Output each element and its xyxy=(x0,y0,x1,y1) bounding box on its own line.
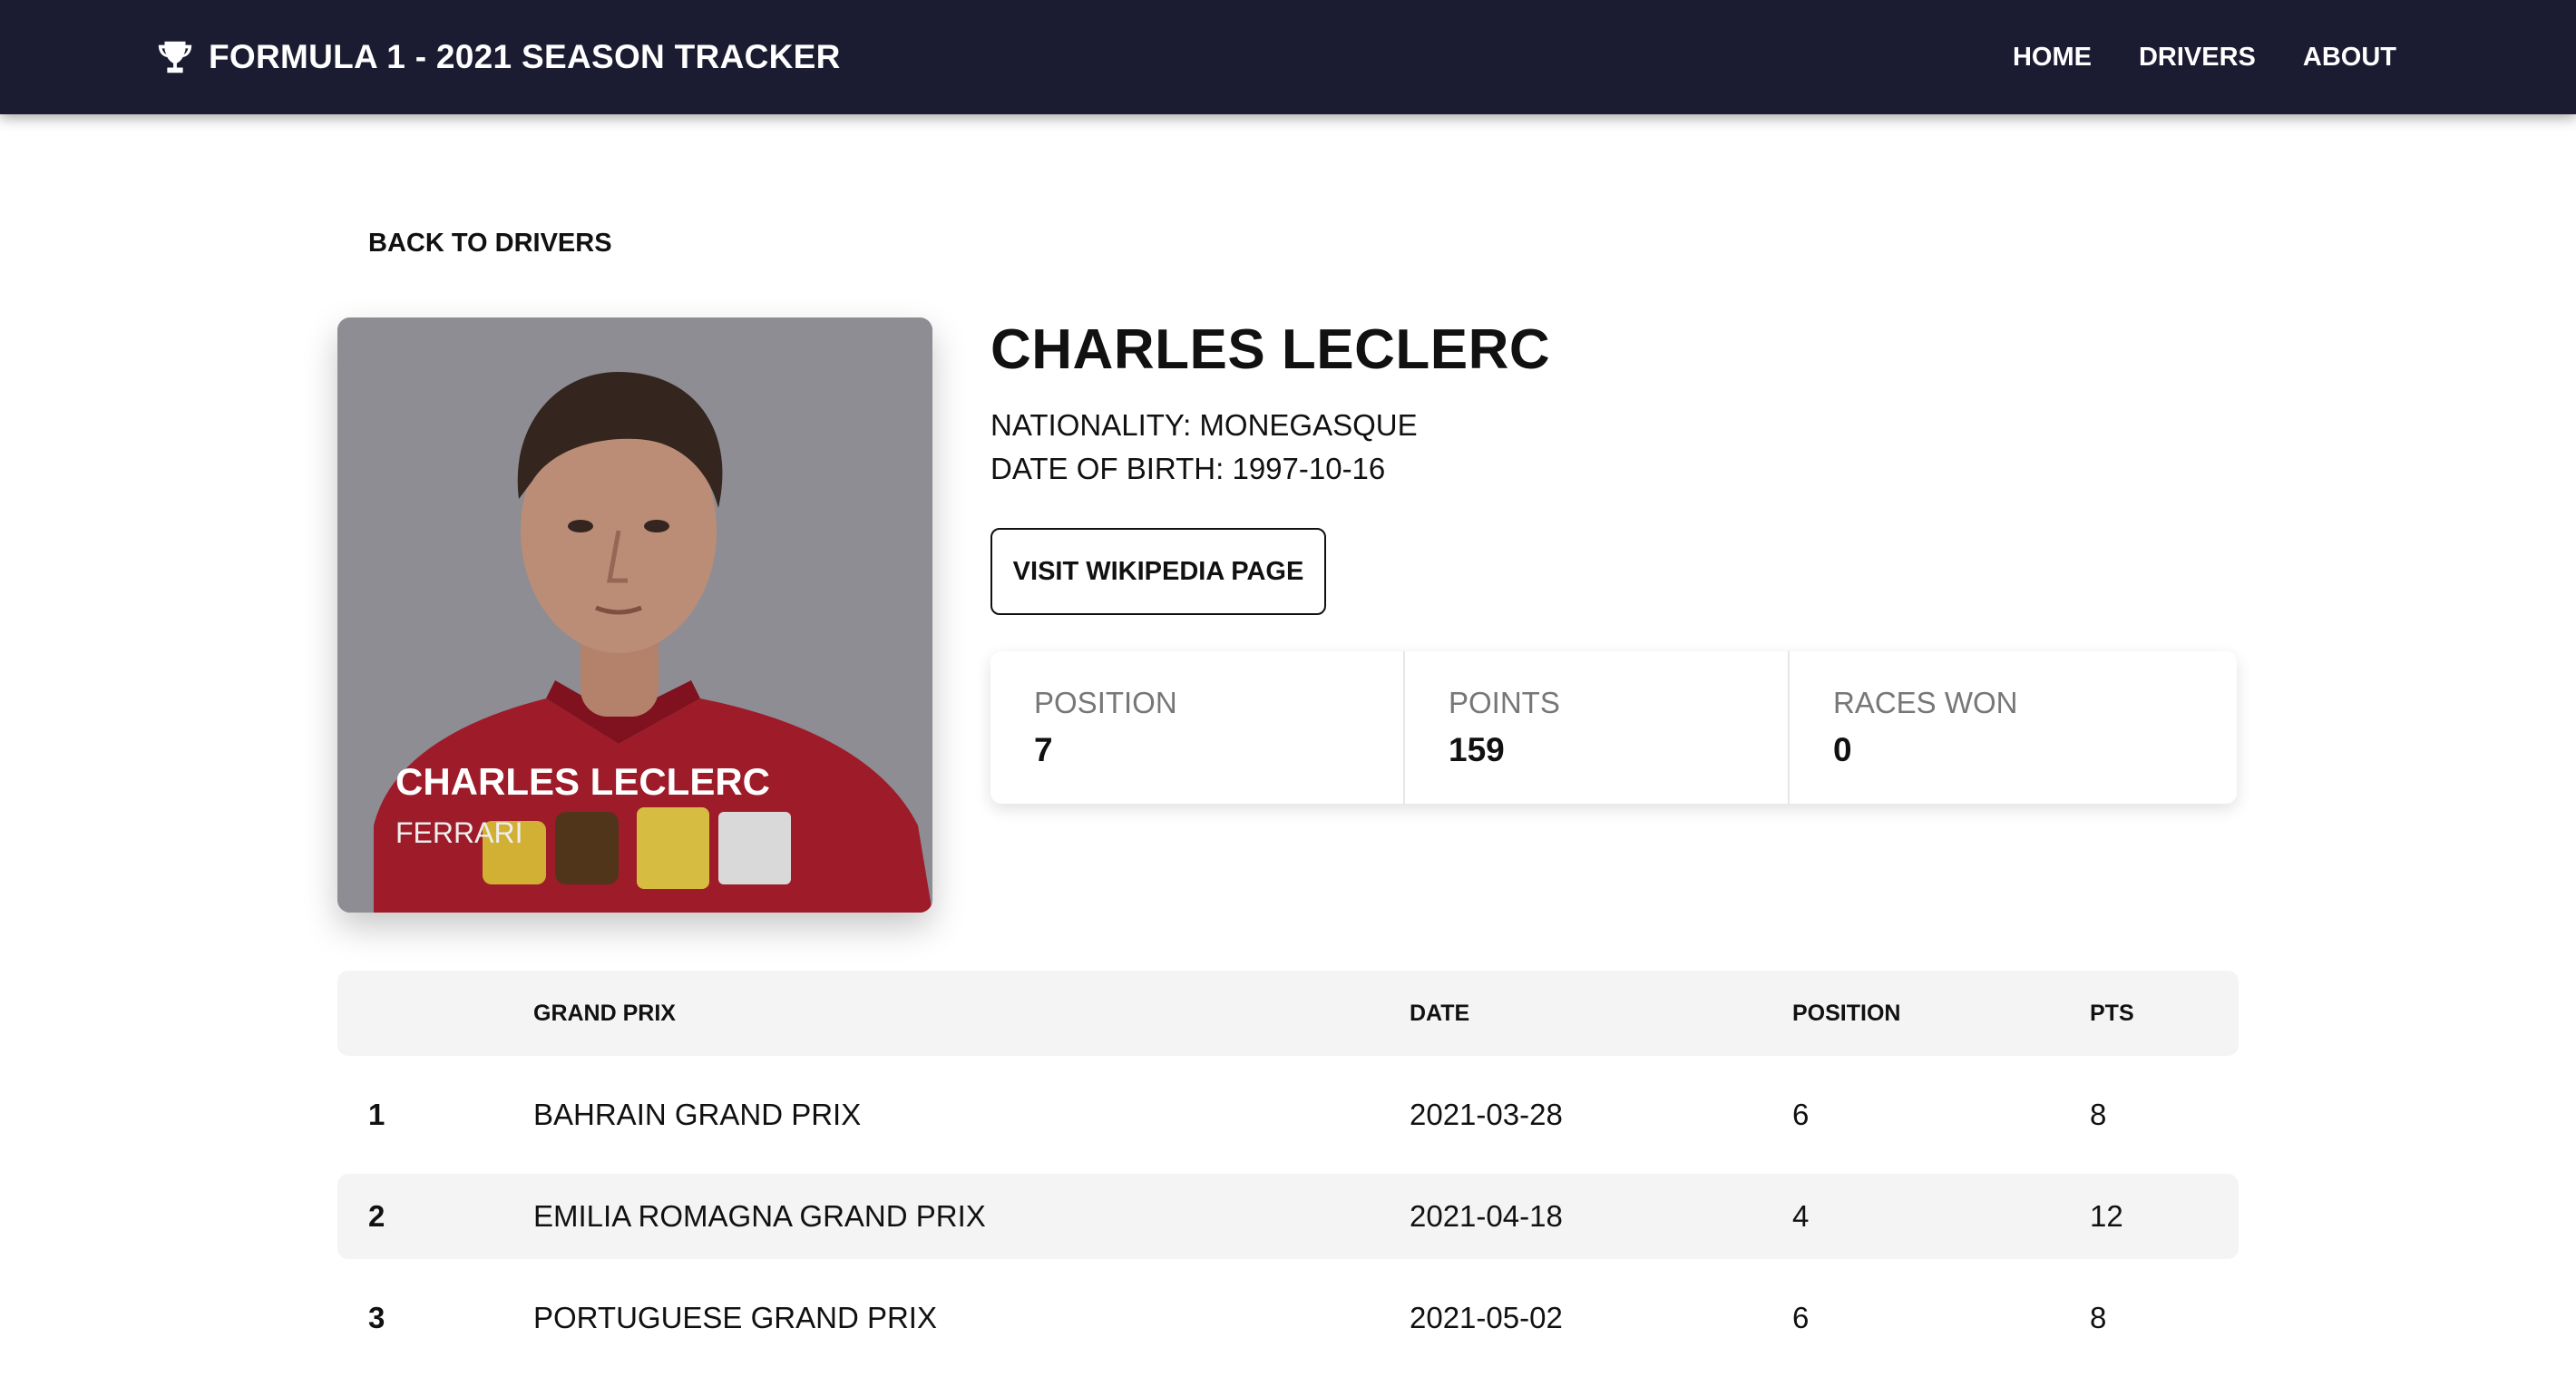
cell-grand-prix: BAHRAIN GRAND PRIX xyxy=(533,1098,862,1131)
cell-position: 4 xyxy=(1792,1199,1810,1233)
cell-grand-prix: PORTUGUESE GRAND PRIX xyxy=(533,1301,937,1334)
cell-date: 2021-03-28 xyxy=(1410,1098,1563,1131)
visit-wikipedia-button[interactable]: VISIT WIKIPEDIA PAGE xyxy=(990,528,1326,615)
cell-pts: 8 xyxy=(2090,1098,2107,1131)
driver-date-of-birth: DATE OF BIRTH: 1997-10-16 xyxy=(990,452,1386,485)
cell-round: 1 xyxy=(368,1098,385,1131)
table-row: 1 BAHRAIN GRAND PRIX 2021-03-28 6 8 xyxy=(337,1072,2239,1157)
table-header-row: GRAND PRIX DATE POSITION PTS xyxy=(337,971,2239,1056)
cell-grand-prix: EMILIA ROMAGNA GRAND PRIX xyxy=(533,1199,986,1233)
nav-home-link[interactable]: HOME xyxy=(2013,43,2092,73)
stat-position: POSITION 7 xyxy=(990,651,1405,804)
cell-pts: 8 xyxy=(2090,1301,2107,1334)
column-header-pts: PTS xyxy=(2090,1000,2134,1026)
stat-label: POSITION xyxy=(1034,686,1177,719)
column-header-grand-prix: GRAND PRIX xyxy=(533,1000,676,1026)
table-row: 3 PORTUGUESE GRAND PRIX 2021-05-02 6 8 xyxy=(337,1275,2239,1361)
stat-label: RACES WON xyxy=(1833,686,2018,719)
cell-pts: 12 xyxy=(2090,1199,2123,1233)
photo-team-name: FERRARI xyxy=(395,816,523,849)
brand-title: FORMULA 1 - 2021 SEASON TRACKER xyxy=(209,38,841,75)
cell-round: 2 xyxy=(368,1199,385,1233)
nav-drivers-link[interactable]: DRIVERS xyxy=(2139,43,2256,73)
driver-name-heading: CHARLES LECLERC xyxy=(990,318,1551,381)
cell-position: 6 xyxy=(1792,1301,1810,1334)
back-to-drivers-link[interactable]: BACK TO DRIVERS xyxy=(368,229,612,259)
driver-stats-card: POSITION 7 POINTS 159 RACES WON 0 xyxy=(990,651,2237,804)
stat-label: POINTS xyxy=(1449,686,1560,719)
nav-links: HOME DRIVERS ABOUT xyxy=(2013,0,2396,114)
stat-value: 159 xyxy=(1449,731,1505,768)
table-row: 2 EMILIA ROMAGNA GRAND PRIX 2021-04-18 4… xyxy=(337,1174,2239,1259)
stat-value: 7 xyxy=(1034,731,1053,768)
column-header-position: POSITION xyxy=(1792,1000,1901,1026)
cell-date: 2021-05-02 xyxy=(1410,1301,1563,1334)
driver-photo-card[interactable]: CHARLES LECLERC FERRARI xyxy=(337,317,932,913)
column-header-date: DATE xyxy=(1410,1000,1470,1026)
nav-about-link[interactable]: ABOUT xyxy=(2303,43,2396,73)
top-navbar: FORMULA 1 - 2021 SEASON TRACKER HOME DRI… xyxy=(0,0,2576,114)
cell-date: 2021-04-18 xyxy=(1410,1199,1563,1233)
brand[interactable]: FORMULA 1 - 2021 SEASON TRACKER xyxy=(154,0,841,114)
stat-value: 0 xyxy=(1833,731,1852,768)
trophy-icon xyxy=(158,41,192,73)
stat-points: POINTS 159 xyxy=(1405,651,1790,804)
race-results-table: GRAND PRIX DATE POSITION PTS 1 BAHRAIN G… xyxy=(337,971,2239,1377)
photo-driver-name: CHARLES LECLERC xyxy=(395,760,771,803)
cell-round: 3 xyxy=(368,1301,385,1334)
cell-position: 6 xyxy=(1792,1098,1810,1131)
driver-nationality: NATIONALITY: MONEGASQUE xyxy=(990,408,1418,442)
stat-races-won: RACES WON 0 xyxy=(1790,651,2237,804)
